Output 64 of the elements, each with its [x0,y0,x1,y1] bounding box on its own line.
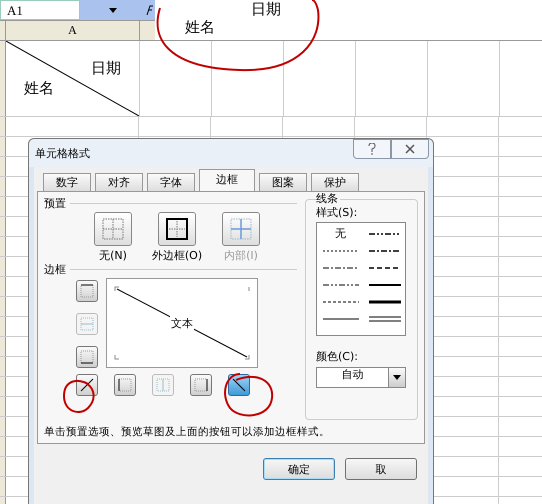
right-border-icon [192,376,210,394]
row-header[interactable] [0,437,6,456]
name-box[interactable]: A1 [0,0,80,20]
tab[interactable]: 图案 [259,173,307,191]
bottom-border-icon [78,348,96,366]
row-header[interactable] [0,117,6,136]
row-header[interactable] [0,457,6,476]
tab[interactable]: 保护 [311,173,359,191]
left-border-icon [116,376,134,394]
row-header[interactable] [0,177,6,196]
row-header[interactable] [0,377,6,396]
preview-text: 文本 [170,316,194,330]
tab[interactable]: 对齐 [95,173,143,191]
row-header[interactable] [0,237,6,256]
row-header[interactable] [0,277,6,296]
row-header[interactable] [0,297,6,316]
tab[interactable]: 字体 [147,173,195,191]
row-header[interactable] [0,257,6,276]
cancel-button[interactable]: 取 [345,458,417,480]
border-button[interactable] [190,374,212,396]
border-preview[interactable]: 文本 [106,278,258,368]
row-header[interactable] [0,337,6,356]
close-button[interactable] [391,139,429,159]
top-border-icon [78,282,96,300]
diagonal-line-icon [78,376,96,394]
ok-button[interactable]: 确定 [263,458,335,480]
diagonal-line-icon [230,376,248,394]
preset-button[interactable]: 无(N) [84,212,142,263]
line-style-option[interactable]: 无 [335,227,346,241]
group-title: 线条 [316,192,340,206]
center-border-icon [154,376,172,394]
middle-border-icon [78,315,96,333]
outline-box-icon [163,215,191,243]
close-icon [405,144,415,154]
row-header[interactable] [0,197,6,216]
color-dropdown[interactable]: 自动 [316,367,406,388]
row-header[interactable] [0,477,6,496]
function-icon [145,5,155,15]
caret-icon [393,375,401,380]
row-header[interactable] [0,41,6,116]
table-cell: 日期 姓名 [6,41,140,116]
caret-icon [108,8,116,12]
row-header[interactable] [0,217,6,236]
border-button[interactable] [76,346,98,368]
hint-text: 单击预置选项、预览草图及上面的按钮可以添加边框样式。 [44,426,331,438]
row-header[interactable] [0,357,6,376]
section-title: 边框 [44,263,66,276]
line-style-list[interactable]: 无 [316,222,406,336]
tab[interactable]: 数字 [43,173,91,191]
row-header[interactable] [0,397,6,416]
section-title: 预置 [44,197,66,210]
row-header[interactable] [0,417,6,436]
border-button[interactable] [76,280,98,302]
help-icon [368,143,376,155]
color-label: 颜色(C): [316,350,359,364]
preset-button[interactable]: 外边框(O) [148,212,206,263]
help-button[interactable] [353,139,391,159]
row-header[interactable] [0,157,6,176]
row-header[interactable] [0,317,6,336]
tab[interactable]: 边框 [199,169,255,191]
style-label: 样式(S): [316,206,358,220]
window-title: 单元格格式 [35,146,90,160]
border-button[interactable] [114,374,136,396]
row-header[interactable] [0,137,6,156]
